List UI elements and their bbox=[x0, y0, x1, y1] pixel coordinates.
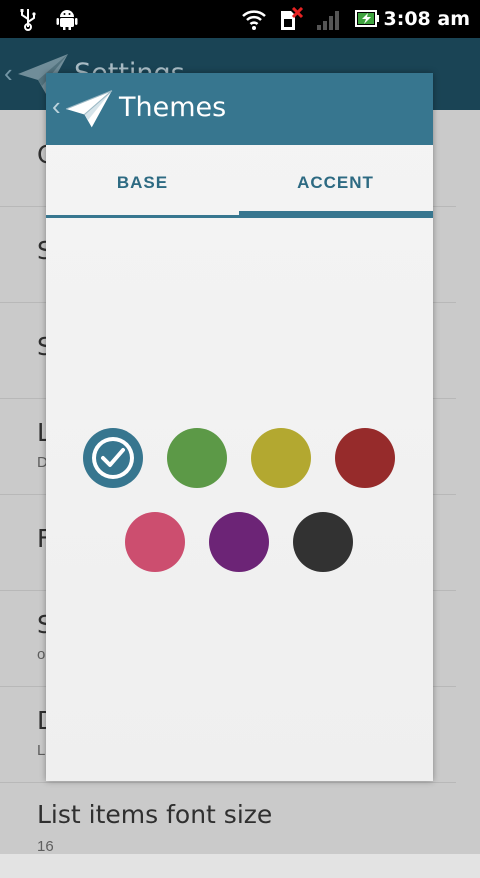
back-chevron-icon[interactable]: ‹ bbox=[52, 91, 61, 122]
tab-base-label: BASE bbox=[116, 173, 169, 192]
accent-swatch-green[interactable] bbox=[167, 428, 227, 488]
no-sim-icon bbox=[281, 7, 304, 30]
themes-dialog: ‹ Themes BASE ACCENT bbox=[46, 73, 433, 781]
accent-swatch-blue[interactable] bbox=[83, 428, 143, 488]
tab-base-indicator bbox=[46, 215, 239, 218]
android-debug-icon bbox=[56, 10, 78, 30]
accent-swatch-purple[interactable] bbox=[209, 512, 269, 572]
accent-swatch-pink[interactable] bbox=[125, 512, 185, 572]
wifi-icon bbox=[242, 10, 266, 30]
tab-accent[interactable]: ACCENT bbox=[239, 145, 433, 218]
accent-swatch-olive[interactable] bbox=[251, 428, 311, 488]
accent-swatch-red[interactable] bbox=[335, 428, 395, 488]
dialog-title: Themes bbox=[119, 92, 227, 123]
checkmark-icon bbox=[101, 448, 125, 467]
paper-plane-logo-icon[interactable] bbox=[64, 87, 114, 131]
tab-base[interactable]: BASE bbox=[46, 145, 239, 218]
battery-charging-icon bbox=[355, 10, 379, 27]
dialog-header: ‹ Themes bbox=[46, 73, 433, 145]
theme-tabs: BASE ACCENT bbox=[46, 145, 433, 218]
accent-swatch-dark-gray[interactable] bbox=[293, 512, 353, 572]
tab-accent-label: ACCENT bbox=[297, 173, 374, 192]
usb-icon bbox=[20, 9, 36, 31]
tab-accent-indicator bbox=[239, 211, 433, 218]
signal-icon bbox=[317, 11, 339, 30]
status-time: 3:08 am bbox=[383, 8, 471, 30]
status-bar: 3:08 am bbox=[0, 0, 480, 38]
